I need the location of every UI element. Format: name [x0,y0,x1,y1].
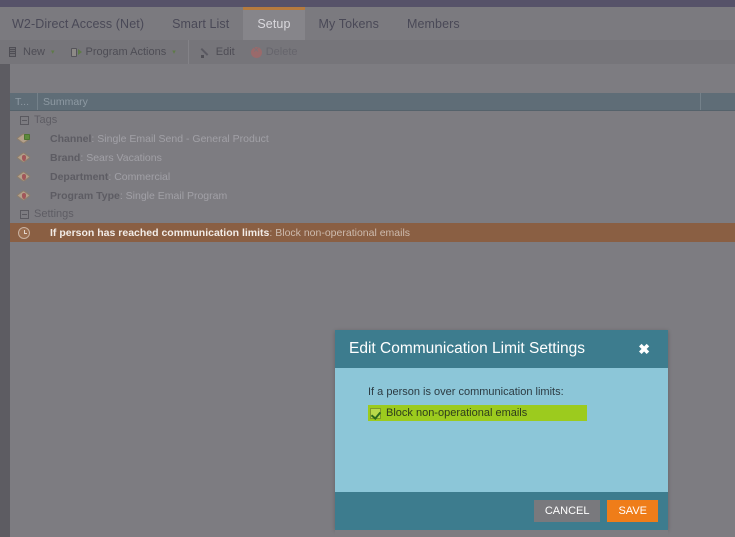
row-value: Single Email Program [125,189,228,202]
chevron-down-icon: ▾ [51,49,55,56]
program-actions-icon [70,47,82,58]
window-top-strip [0,0,735,7]
table-row[interactable]: If person has reached communication limi… [10,223,735,242]
tab-w2-direct-access[interactable]: W2-Direct Access (Net) [0,7,158,40]
checkbox-label: Block non-operational emails [386,407,528,419]
grid-column-type-label: T... [15,95,30,108]
table-row[interactable]: Department: Commercial [10,167,735,186]
row-icon-cell [10,170,38,183]
dialog-body: If a person is over communication limits… [335,368,668,492]
communication-limit-icon [18,226,30,239]
toolbar-edit-button[interactable]: Edit [193,40,243,64]
grid-column-summary[interactable]: Summary [38,93,701,110]
row-label: Brand [50,151,81,164]
toolbar-program-actions-button[interactable]: Program Actions ▾ [63,40,184,64]
row-summary-cell: Program Type: Single Email Program [50,189,228,202]
row-value: Commercial [114,170,171,183]
row-value: Block non-operational emails [275,226,411,239]
group-row-tags[interactable]: Tags [10,111,735,129]
toolbar-new-button[interactable]: New ▾ [0,40,63,64]
grid-body: Tags Channel: Single Email Send - Genera… [10,111,735,242]
block-non-operational-emails-checkbox-row[interactable]: Block non-operational emails [368,405,588,421]
group-label: Settings [34,208,74,220]
tab-members[interactable]: Members [393,7,474,40]
grid-column-extra[interactable] [701,93,735,110]
dialog-prompt: If a person is over communication limits… [368,386,564,398]
dialog-header: Edit Communication Limit Settings ✖ [335,330,668,368]
edit-communication-limit-dialog: Edit Communication Limit Settings ✖ If a… [335,330,668,530]
row-value: Sears Vacations [86,151,162,164]
group-label: Tags [34,114,58,126]
dialog-bottom-spacer [335,530,668,537]
tag-icon [16,189,31,202]
pencil-icon [200,47,212,58]
delete-circle-icon [250,44,262,58]
close-icon[interactable]: ✖ [634,339,654,359]
row-summary-cell: Brand: Sears Vacations [50,151,162,164]
toolbar-separator [187,40,189,64]
row-icon-cell [10,132,38,145]
checkbox-checked-icon[interactable] [370,407,381,419]
tag-add-icon [16,132,31,145]
tag-icon [16,170,31,183]
save-button[interactable]: SAVE [607,500,658,522]
collapse-expander-icon[interactable] [20,209,29,219]
grid-column-type[interactable]: T... [10,93,38,110]
tab-label: My Tokens [318,16,379,31]
row-icon-cell [10,226,38,239]
tab-label: Smart List [172,16,230,31]
table-row[interactable]: Program Type: Single Email Program [10,186,735,205]
cancel-button[interactable]: CANCEL [533,500,601,522]
main-tab-bar: W2-Direct Access (Net) Smart List Setup … [0,7,735,40]
row-label: If person has reached communication limi… [50,226,270,239]
row-summary-cell: Department: Commercial [50,170,171,183]
row-label: Channel [50,132,92,145]
tag-icon [16,151,31,164]
toolbar-edit-label: Edit [215,46,235,58]
toolbar-delete-button: Delete [243,40,306,64]
toolbar-delete-label: Delete [265,46,298,58]
new-document-icon [8,46,19,58]
table-row[interactable]: Channel: Single Email Send - General Pro… [10,129,735,148]
collapse-expander-icon[interactable] [20,115,29,125]
tab-label: W2-Direct Access (Net) [12,16,145,31]
row-value: Single Email Send - General Product [97,132,269,145]
row-icon-cell [10,151,38,164]
action-toolbar: New ▾ Program Actions ▾ Edit Delete [0,40,735,65]
tab-label: Members [406,16,460,31]
table-row[interactable]: Brand: Sears Vacations [10,148,735,167]
grid-header-row: T... Summary [10,93,735,111]
dialog-title: Edit Communication Limit Settings [349,340,586,357]
left-rail [0,64,10,537]
row-summary-cell: Channel: Single Email Send - General Pro… [50,132,269,145]
dialog-footer: CANCEL SAVE [335,492,668,530]
tab-smart-list[interactable]: Smart List [158,7,243,40]
toolbar-program-actions-label: Program Actions [85,46,167,58]
row-label: Department [50,170,109,183]
tab-setup[interactable]: Setup [243,7,305,40]
chevron-down-icon: ▾ [172,49,176,56]
row-icon-cell [10,189,38,202]
row-label: Program Type [50,189,120,202]
tab-my-tokens[interactable]: My Tokens [305,7,393,40]
grid-column-summary-label: Summary [43,95,88,108]
toolbar-new-label: New [23,46,46,58]
row-summary-cell: If person has reached communication limi… [50,226,411,239]
setup-grid: T... Summary Tags Channel: Single Email … [10,93,735,242]
tab-label: Setup [257,16,291,31]
group-row-settings[interactable]: Settings [10,205,735,223]
